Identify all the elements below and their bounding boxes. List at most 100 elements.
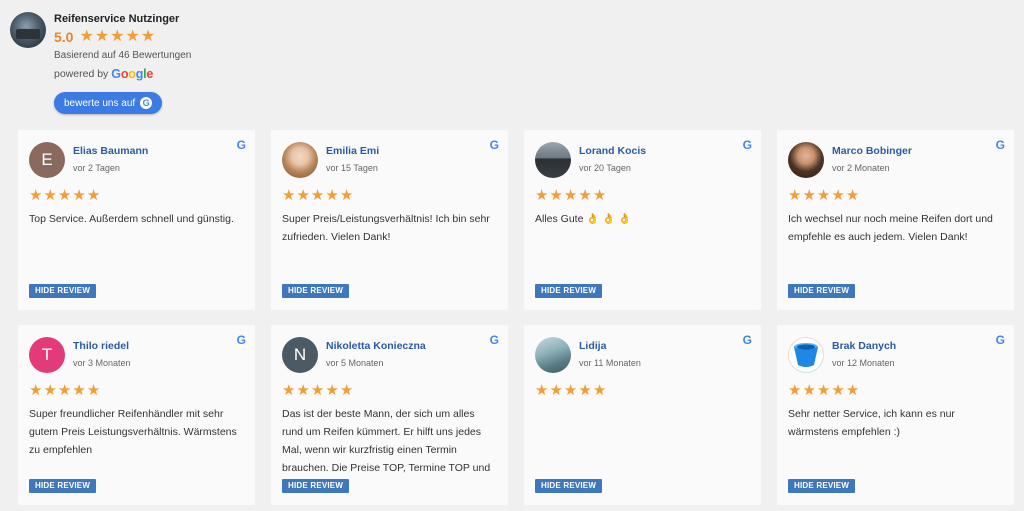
star-icon: ★ <box>816 187 831 204</box>
star-icon: ★ <box>282 382 296 399</box>
powered-by-google: powered by Google <box>54 67 153 81</box>
review-stars: ★ ★ ★ ★ ★ <box>788 383 859 398</box>
reviewer-avatar <box>535 142 571 178</box>
google-icon: G <box>489 138 499 152</box>
hide-review-button[interactable]: HIDE REVIEW <box>29 479 97 493</box>
star-icon: ★ <box>125 28 140 45</box>
star-icon: ★ <box>43 382 57 399</box>
hide-review-button[interactable]: HIDE REVIEW <box>282 284 350 298</box>
review-text: Alles Gute 👌 👌 👌 <box>535 213 632 225</box>
hide-review-button[interactable]: HIDE REVIEW <box>29 284 97 298</box>
review-time: vor 3 Monaten <box>73 358 131 368</box>
reviewer-name[interactable]: Elias Baumann <box>73 145 148 157</box>
star-icon: ★ <box>578 382 592 399</box>
star-icon: ★ <box>140 28 156 45</box>
review-time: vor 11 Monaten <box>579 358 641 368</box>
rating-value: 5.0 <box>54 29 74 45</box>
reviewer-avatar: N <box>282 337 318 373</box>
powered-by-label: powered by <box>54 68 109 80</box>
star-icon: ★ <box>788 382 802 399</box>
review-time: vor 2 Monaten <box>832 163 890 173</box>
star-icon: ★ <box>563 382 578 399</box>
review-time: vor 15 Tagen <box>326 163 378 173</box>
star-icon: ★ <box>802 382 816 399</box>
google-icon: G <box>995 138 1005 152</box>
star-icon: ★ <box>86 187 101 204</box>
review-count: Basierend auf 46 Bewertungen <box>54 50 192 61</box>
review-stars: ★ ★ ★ ★ ★ <box>788 188 859 203</box>
reviewer-avatar: E <box>29 142 65 178</box>
star-icon: ★ <box>563 187 578 204</box>
star-icon: ★ <box>296 382 310 399</box>
reviewer-name[interactable]: Lorand Kocis <box>579 145 646 157</box>
business-rating-row: 5.0 ★ ★ ★ ★ ★ <box>54 28 155 46</box>
review-card: Lidija vor 11 Monaten G ★ ★ ★ ★ ★ HIDE REVIE… <box>524 325 761 505</box>
star-icon: ★ <box>110 28 125 45</box>
star-icon: ★ <box>831 382 845 399</box>
star-icon: ★ <box>816 382 831 399</box>
reviewer-name[interactable]: Brak Danych <box>832 340 896 352</box>
review-stars: ★ ★ ★ ★ ★ <box>535 188 606 203</box>
star-icon: ★ <box>549 187 563 204</box>
reviewer-avatar <box>788 142 824 178</box>
star-icon: ★ <box>578 187 592 204</box>
reviewer-avatar: T <box>29 337 65 373</box>
review-card: Emilia Emi vor 15 Tagen G ★ ★ ★ ★ ★ Super Pr… <box>271 130 508 310</box>
star-icon: ★ <box>549 382 563 399</box>
reviewer-name[interactable]: Marco Bobinger <box>832 145 912 157</box>
star-icon: ★ <box>296 187 310 204</box>
hide-review-button[interactable]: HIDE REVIEW <box>788 479 856 493</box>
rate-us-label: bewerte uns auf <box>64 97 136 109</box>
review-time: vor 12 Monaten <box>832 358 895 368</box>
hide-review-button[interactable]: HIDE REVIEW <box>535 479 603 493</box>
hide-review-button[interactable]: HIDE REVIEW <box>788 284 856 298</box>
star-icon: ★ <box>79 28 94 45</box>
star-icon: ★ <box>310 187 325 204</box>
google-icon: G <box>742 138 752 152</box>
review-stars: ★ ★ ★ ★ ★ <box>282 188 353 203</box>
review-card: T Thilo riedel vor 3 Monaten G ★ ★ ★ ★ ★ Sup… <box>18 325 255 505</box>
star-icon: ★ <box>282 187 296 204</box>
star-icon: ★ <box>535 382 549 399</box>
review-text: Super freundlicher Reifenhändler mit seh… <box>29 408 237 456</box>
hide-review-button[interactable]: HIDE REVIEW <box>535 284 603 298</box>
hide-review-button[interactable]: HIDE REVIEW <box>282 479 350 493</box>
business-name: Reifenservice Nutzinger <box>54 13 180 25</box>
review-stars: ★ ★ ★ ★ ★ <box>282 383 353 398</box>
star-icon: ★ <box>94 28 110 45</box>
review-time: vor 2 Tagen <box>73 163 120 173</box>
bucket-icon <box>794 343 818 367</box>
google-icon: G <box>140 97 153 109</box>
google-icon: G <box>236 138 246 152</box>
google-icon: G <box>489 333 499 347</box>
review-stars: ★ ★ ★ ★ ★ <box>29 383 100 398</box>
review-text <box>535 405 747 473</box>
star-icon: ★ <box>57 187 72 204</box>
review-card: Lorand Kocis vor 20 Tagen G ★ ★ ★ ★ ★ Alles … <box>524 130 761 310</box>
star-icon: ★ <box>802 187 816 204</box>
review-text: Top Service. Außerdem schnell und günsti… <box>29 213 234 225</box>
google-logo: Google <box>111 67 154 81</box>
review-time: vor 5 Monaten <box>326 358 384 368</box>
reviewer-name[interactable]: Emilia Emi <box>326 145 379 157</box>
review-card: Brak Danych vor 12 Monaten G ★ ★ ★ ★ ★ Sehr … <box>777 325 1014 505</box>
business-avatar <box>10 12 46 48</box>
star-icon: ★ <box>592 187 607 204</box>
review-card: Marco Bobinger vor 2 Monaten G ★ ★ ★ ★ ★ Ich… <box>777 130 1014 310</box>
review-stars: ★ ★ ★ ★ ★ <box>535 383 606 398</box>
star-icon: ★ <box>592 382 607 399</box>
reviewer-name[interactable]: Thilo riedel <box>73 340 129 352</box>
review-text: Ich wechsel nur noch meine Reifen dort u… <box>788 213 993 243</box>
reviewer-avatar <box>788 337 824 373</box>
rate-us-button[interactable]: bewerte uns auf G <box>54 92 163 114</box>
review-text: Das ist der beste Mann, der sich um alle… <box>282 408 491 473</box>
star-icon: ★ <box>788 187 802 204</box>
reviewer-name[interactable]: Nikoletta Konieczna <box>326 340 426 352</box>
reviewer-name[interactable]: Lidija <box>579 340 606 352</box>
reviewer-avatar <box>535 337 571 373</box>
review-card: E Elias Baumann vor 2 Tagen G ★ ★ ★ ★ ★ Top … <box>18 130 255 310</box>
review-text: Sehr netter Service, ich kann es nur wär… <box>788 408 955 438</box>
star-icon: ★ <box>72 187 86 204</box>
star-icon: ★ <box>831 187 845 204</box>
review-time: vor 20 Tagen <box>579 163 631 173</box>
